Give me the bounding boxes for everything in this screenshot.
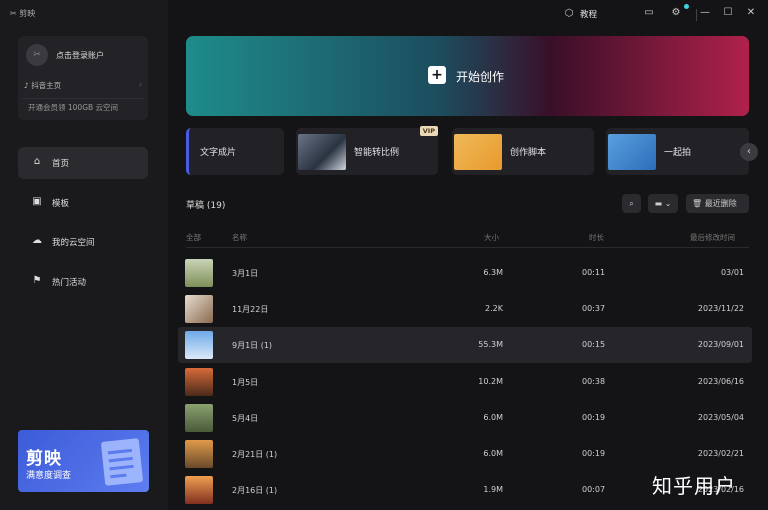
column-modified[interactable]: 最后修改时间 [690,232,735,243]
nav-home[interactable]: ⌂ 首页 [18,147,148,179]
draft-thumbnail [185,331,213,359]
column-all[interactable]: 全部 [186,232,201,243]
draft-row[interactable]: 3月1日 6.3M 00:11 03/01 [178,255,752,291]
start-creation-label: 开始创作 [456,70,505,84]
scroll-left-arrow-icon[interactable]: ‹ [740,143,758,161]
start-creation-button[interactable]: + 开始创作 [186,36,749,116]
close-button[interactable]: ✕ [744,7,758,18]
avatar-icon[interactable]: ✂ [26,44,48,66]
maximize-button[interactable]: ☐ [721,7,735,18]
sidebar: ✂ 剪映 ✂ 点击登录账户 ♪ 抖音主页 › 开通会员领 100GB 云空间 ⌂… [0,0,168,510]
logo-icon: ✂ [10,9,20,18]
banner-title: 剪映 [26,449,62,469]
quick-smart-resize[interactable]: 智能转比例 VIP [296,126,438,175]
quick-text-to-video[interactable]: 文字成片 [186,128,284,175]
column-size[interactable]: 大小 [484,232,499,243]
draft-thumbnail [185,476,213,504]
creation-script-thumbnail [454,134,502,170]
shoot-together-thumbnail [608,134,656,170]
title-bar: ⬡ 教程 ▭ ⚙ — ☐ ✕ [168,0,768,30]
nav-hot-events[interactable]: ⚑ 热门活动 [18,266,148,298]
tutorial-icon: ⬡ [564,8,574,19]
douyin-icon: ♪ [24,81,29,90]
plus-icon: + [428,66,446,84]
survey-banner[interactable]: 剪映 满意度调查 [18,430,149,492]
account-card[interactable]: ✂ 点击登录账户 ♪ 抖音主页 › 开通会员领 100GB 云空间 [18,36,148,120]
draft-thumbnail [185,295,213,323]
trash-icon: 🗑 [692,199,703,208]
home-icon: ⌂ [33,156,41,167]
feedback-icon[interactable]: ▭ [642,7,656,18]
list-view-icon: ▬ [654,199,663,208]
chevron-right-icon: › [139,80,142,89]
quick-creation-script[interactable]: 创作脚本 [452,128,594,175]
column-name[interactable]: 名称 [232,232,247,243]
vip-promo-link[interactable]: 开通会员领 100GB 云空间 [22,98,144,114]
notification-dot [684,4,689,9]
draft-row[interactable]: 2月21日 (1) 6.0M 00:19 2023/02/21 [178,436,752,472]
draft-row[interactable]: 5月4日 6.0M 00:19 2023/05/04 [178,400,752,436]
login-link[interactable]: 点击登录账户 [56,50,104,61]
column-duration[interactable]: 时长 [589,232,604,243]
banner-subtitle: 满意度调查 [26,471,72,481]
drafts-title: 草稿 (19) [186,201,226,211]
view-toggle-button[interactable]: ▬ ⌄ [648,194,678,213]
draft-thumbnail [185,440,213,468]
draft-thumbnail [185,404,213,432]
draft-row[interactable]: 9月1日 (1) 55.3M 00:15 2023/09/01 [178,327,752,363]
watermark: 知乎用户 [652,474,736,498]
quick-shoot-together[interactable]: 一起拍 [606,128,749,175]
search-icon[interactable]: ⌕ [622,194,641,213]
vip-badge: VIP [419,126,438,136]
survey-card-icon [100,438,144,486]
draft-thumbnail [185,368,213,396]
draft-thumbnail [185,259,213,287]
smart-resize-thumbnail [298,134,346,170]
flag-icon: ⚑ [32,275,42,286]
nav-templates[interactable]: ▣ 模板 [18,187,148,219]
cloud-icon: ☁ [32,235,42,246]
douyin-homepage-link[interactable]: ♪ 抖音主页 › [24,80,142,91]
draft-row[interactable]: 1月5日 10.2M 00:38 2023/06/16 [178,364,752,400]
chevron-down-icon: ⌄ [664,199,672,208]
tutorial-button[interactable]: 教程 [580,8,597,20]
titlebar-divider [696,9,697,21]
nav-cloud-space[interactable]: ☁ 我的云空间 [18,226,148,258]
header-divider [186,247,749,248]
recently-deleted-button[interactable]: 🗑 最近删除 [686,194,749,213]
template-icon: ▣ [32,196,42,207]
draft-row[interactable]: 11月22日 2.2K 00:37 2023/11/22 [178,291,752,327]
minimize-button[interactable]: — [698,7,712,18]
settings-icon[interactable]: ⚙ [669,7,683,18]
app-logo: ✂ 剪映 [10,9,36,18]
